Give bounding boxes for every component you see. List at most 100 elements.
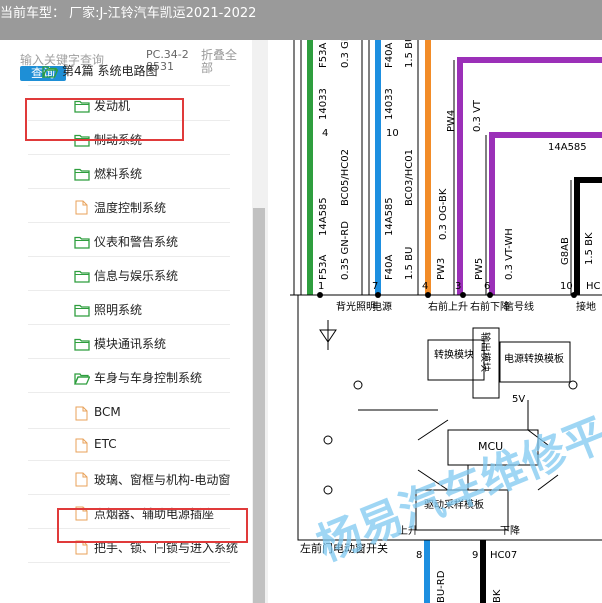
wire-label: 1.5 BU	[404, 40, 415, 68]
pin-number: HC	[586, 281, 601, 292]
blue-wire	[375, 40, 381, 295]
connector-label: 14A585	[548, 142, 587, 153]
tree-item[interactable]: 仪表和警告系统	[0, 224, 252, 257]
pin-number: 4	[422, 281, 428, 292]
document-icon	[74, 406, 89, 421]
wire-label: 0.3 VT-WH	[504, 228, 515, 280]
folder-icon	[74, 166, 90, 181]
pin-number: 9	[472, 550, 478, 561]
tree-item[interactable]: 照明系统	[0, 292, 252, 325]
pin-number: 6	[484, 281, 490, 292]
box-label: 电源	[372, 300, 392, 313]
tree-item[interactable]: ETC	[0, 428, 252, 461]
folder-open-icon	[74, 370, 91, 385]
wire-label: F40A	[384, 43, 395, 68]
document-icon	[74, 472, 89, 487]
folder-icon	[74, 234, 90, 249]
orange-wire	[425, 40, 431, 295]
highlight-box-power-window	[57, 508, 248, 543]
circuit-diagram-svg: F53A 0.3 GN F40A 1.5 BU 14033 14033 4 10…	[290, 40, 602, 603]
tree-item-label: BCM	[94, 405, 121, 419]
watermark: 杨易汽车维修平台	[310, 392, 602, 571]
wire-label: 1.5 BU	[404, 247, 415, 280]
tree-separator	[28, 256, 230, 257]
tree-item[interactable]: 信息与娱乐系统	[0, 258, 252, 291]
tree-item-label: 玻璃、窗框与机构-电动窗	[94, 473, 231, 487]
box-label: 信号线	[504, 300, 534, 313]
title-bar: 当前车型： 厂家:J-江铃汽车凯运2021-2022	[0, 0, 602, 40]
tree-item[interactable]: 第4篇 系统电路图	[0, 53, 252, 86]
tree-item[interactable]: 燃料系统	[0, 156, 252, 189]
wire-label: PW3	[436, 258, 447, 280]
document-icon	[74, 438, 89, 453]
wire-label: F40A	[384, 255, 395, 280]
tree-item-label: 模块通讯系统	[94, 337, 167, 351]
tree-separator	[28, 392, 230, 393]
module-label: 电源转换模板	[504, 352, 564, 365]
tree-item[interactable]: BCM	[0, 396, 252, 429]
tree-separator	[28, 290, 230, 291]
wire-label: 0.3 GN	[340, 40, 351, 68]
wire-label: BK	[492, 589, 503, 603]
wire-label: 0.3 OG-BK	[438, 188, 449, 240]
wire-label: 14033	[384, 88, 395, 120]
scrollbar-thumb[interactable]	[253, 208, 265, 603]
connector-label: BC05/HC02	[340, 149, 351, 206]
pin-label: 4	[322, 128, 328, 139]
pin-number: 8	[416, 550, 422, 561]
tree-item[interactable]: 玻璃、窗框与机构-电动窗	[0, 462, 252, 495]
voltage-label: 5V	[512, 394, 525, 405]
tree-item[interactable]: 温度控制系统	[0, 190, 252, 223]
wire-label: F53A	[318, 43, 329, 68]
wire-label: F53A	[318, 255, 329, 280]
tree-item-label: 信息与娱乐系统	[94, 269, 179, 283]
connector-label: 14A585	[384, 197, 395, 236]
tree-separator	[28, 154, 230, 155]
connector-label: HC07	[490, 550, 517, 561]
pin-number: 1	[318, 281, 324, 292]
box-label: 右前上升	[428, 300, 468, 313]
wire-label: BU-RD	[436, 570, 447, 603]
pin-label: 10	[386, 128, 399, 139]
box-label: 背光照明	[336, 300, 376, 313]
document-icon	[74, 200, 89, 215]
folder-icon	[74, 336, 90, 351]
wire-label: 0.3 VT	[472, 99, 483, 132]
tree-item-label: 照明系统	[94, 303, 143, 317]
pin-number: 7	[372, 281, 378, 292]
tree-item-label: 第4篇 系统电路图	[62, 64, 158, 78]
bottom-black-wire	[480, 540, 486, 603]
tree-separator	[28, 324, 230, 325]
bottom-blue-wire	[424, 540, 430, 603]
tree-item-label: 温度控制系统	[94, 201, 167, 215]
wire-label: G8AB	[560, 237, 571, 265]
wire-label: 0.35 GN-RD	[340, 221, 351, 280]
wire-label: PW4	[446, 110, 457, 132]
box-label: 接地	[576, 300, 596, 313]
tree-separator	[28, 562, 230, 563]
folder-open-icon	[42, 63, 59, 78]
tree-separator	[28, 222, 230, 223]
tree-separator	[28, 358, 230, 359]
tree-separator	[28, 494, 230, 495]
highlight-box-chapter	[25, 98, 184, 141]
wire-label: PW5	[474, 258, 485, 280]
tree-item-label: 车身与车身控制系统	[94, 371, 203, 385]
tree-item-label: ETC	[94, 437, 117, 451]
tree-separator	[28, 460, 230, 461]
folder-icon	[74, 302, 90, 317]
direction-label: 下降	[500, 524, 520, 537]
green-wire	[307, 40, 313, 295]
wire-label: 14033	[318, 88, 329, 120]
module-label: 转换模块	[434, 348, 474, 361]
tree-item[interactable]: 车身与车身控制系统	[0, 360, 252, 393]
connector-label: BC03/HC01	[404, 149, 415, 206]
folder-icon	[74, 268, 90, 283]
tree-separator	[28, 188, 230, 189]
tree-item-label: 仪表和警告系统	[94, 235, 179, 249]
circuit-diagram: F53A 0.3 GN F40A 1.5 BU 14033 14033 4 10…	[268, 40, 602, 603]
vehicle-model-title: 当前车型： 厂家:J-江铃汽车凯运2021-2022	[0, 6, 257, 21]
tree-item[interactable]: 模块通讯系统	[0, 326, 252, 359]
pin-number: 10	[560, 281, 573, 292]
wire-label: 1.5 BK	[584, 232, 595, 265]
